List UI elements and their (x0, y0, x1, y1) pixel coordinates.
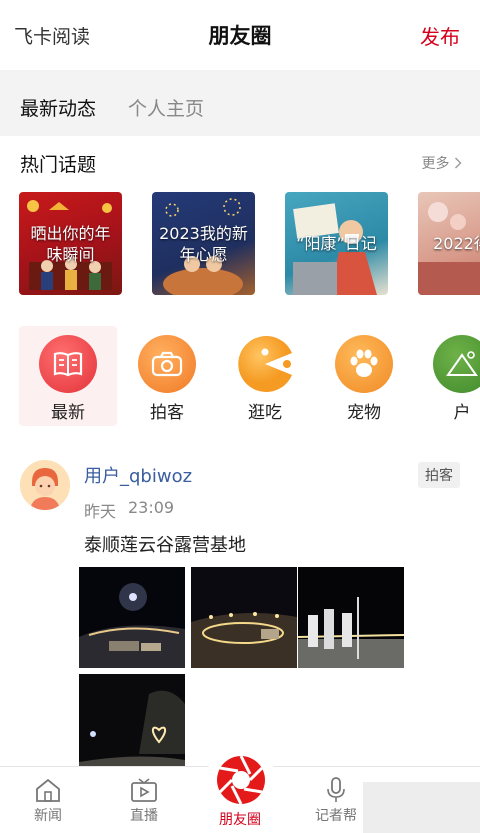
topic-title: 2023我的新年心愿 (159, 223, 248, 264)
topic-card[interactable]: “阳康”日记 (285, 192, 388, 295)
mountain-icon (433, 335, 480, 393)
topic-title: 晒出你的年味瞬间 (30, 223, 111, 264)
tab-profile[interactable]: 个人主页 (128, 94, 204, 121)
category-photographer[interactable]: 拍客 (118, 326, 216, 426)
feed-tabs: 最新动态 个人主页 (0, 70, 480, 136)
category-row: 最新 拍客 逛吃 宠物 户 (0, 326, 480, 430)
topic-title: “阳康”日记 (296, 234, 377, 253)
hot-topics-title: 热门话题 (20, 154, 97, 176)
post-photo[interactable] (298, 567, 404, 668)
category-outdoor[interactable]: 户 (413, 326, 480, 426)
top-bar: 飞卡阅读 朋友圈 发布 (0, 0, 480, 70)
nav-moments-label: 朋友圈 (219, 812, 261, 828)
nav-news[interactable]: 新闻 (0, 767, 96, 833)
category-label: 最新 (51, 403, 85, 423)
post-photo[interactable] (79, 674, 185, 775)
nav-live[interactable]: 直播 (96, 767, 192, 833)
camera-icon (138, 335, 196, 393)
aperture-icon (217, 755, 265, 805)
more-topics-link[interactable]: 更多 (422, 153, 462, 173)
app-name[interactable]: 飞卡阅读 (14, 22, 90, 49)
post-category-tag[interactable]: 拍客 (418, 462, 460, 488)
category-label: 逛吃 (248, 403, 282, 423)
topic-card[interactable]: 晒出你的年味瞬间 (19, 192, 122, 295)
nav-label: 新闻 (34, 808, 62, 824)
tv-play-icon (130, 777, 158, 803)
chevron-right-icon (454, 156, 462, 172)
pacman-icon (236, 335, 294, 393)
category-label: 宠物 (347, 403, 381, 423)
post-photo[interactable] (79, 567, 185, 668)
nav-label: 直播 (130, 808, 158, 824)
topic-card[interactable]: 2022得删 (418, 192, 480, 295)
category-latest[interactable]: 最新 (19, 326, 117, 426)
category-label: 户 (453, 403, 471, 423)
avatar[interactable] (20, 460, 70, 510)
post-photo[interactable] (191, 567, 297, 668)
hot-topics-header: 热门话题 更多 (0, 136, 480, 186)
home-icon (34, 777, 62, 803)
topic-title: 2022得删 (433, 234, 480, 253)
topic-carousel: 晒出你的年味瞬间 2023我的新年心愿 “阳康”日记 2022得删 (0, 192, 480, 296)
post-time-day: 昨天 (84, 502, 117, 521)
paw-icon (335, 335, 393, 393)
nav-moments[interactable] (206, 745, 276, 815)
post-time-clock: 23:09 (128, 498, 175, 517)
post-text: 泰顺莲云谷露营基地 (84, 535, 246, 556)
category-food[interactable]: 逛吃 (216, 326, 314, 426)
category-pets[interactable]: 宠物 (315, 326, 413, 426)
tab-latest[interactable]: 最新动态 (20, 94, 96, 121)
post-username[interactable]: 用户_qbiwoz (84, 462, 192, 488)
user-avatar-icon (20, 460, 70, 510)
corner-overlay (363, 782, 480, 833)
more-label: 更多 (421, 156, 450, 172)
category-label: 拍客 (150, 403, 184, 423)
publish-button[interactable]: 发布 (420, 21, 460, 50)
topic-card[interactable]: 2023我的新年心愿 (152, 192, 255, 295)
book-icon (39, 335, 97, 393)
microphone-icon (322, 777, 350, 803)
